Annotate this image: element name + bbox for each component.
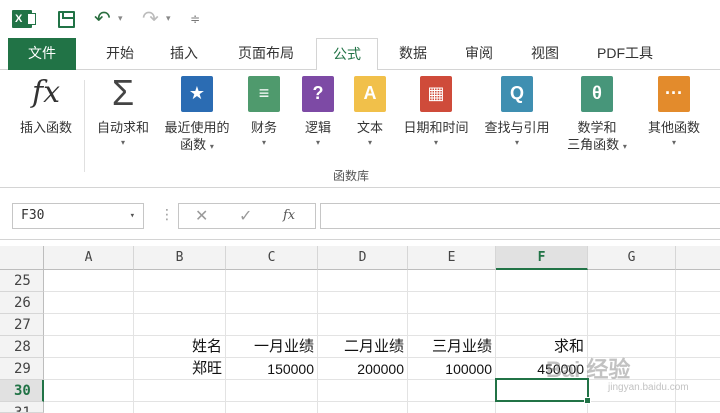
row-header-31[interactable]: 31 [0, 402, 44, 413]
enter-icon[interactable]: ✓ [239, 206, 252, 226]
column-header-next[interactable] [676, 246, 720, 270]
more-functions-button[interactable]: ··· 其他函数 ▾ [638, 76, 710, 149]
tab-pdf-tools[interactable]: PDF工具 [588, 38, 662, 70]
redo-icon[interactable]: ↷ [142, 6, 159, 31]
sigma-icon: Σ [111, 72, 135, 113]
column-header-e[interactable]: E [408, 246, 496, 270]
text-book-icon: A [354, 76, 386, 112]
grid-line [44, 401, 720, 402]
lookup-reference-button[interactable]: Q 查找与引用 ▾ [478, 76, 556, 149]
chevron-down-icon: ▾ [671, 138, 676, 147]
star-book-icon: ★ [181, 76, 213, 112]
ribbon-function-library: fx 插入函数 Σ 自动求和 ▾ ★ 最近使用的 函数 ▾ ≡ 财务 ▾ ? 逻… [0, 70, 720, 188]
chevron-down-icon: ▾ [622, 142, 627, 151]
tab-review[interactable]: 审阅 [456, 38, 502, 70]
row-header-30[interactable]: 30 [0, 380, 44, 402]
baidu-watermark: Bai 经验 jingyan.baidu.com [546, 357, 689, 393]
chevron-down-icon: ▾ [120, 138, 125, 147]
calendar-book-icon: ▦ [420, 76, 452, 112]
math-trig-button[interactable]: θ 数学和 三角函数 ▾ [560, 76, 634, 155]
grid-line [44, 291, 720, 292]
tab-insert[interactable]: 插入 [162, 38, 206, 70]
autosum-button[interactable]: Σ 自动求和 ▾ [90, 72, 156, 149]
row-header-26[interactable]: 26 [0, 292, 44, 314]
chevron-down-icon: ▾ [315, 138, 320, 147]
ribbon-separator [84, 80, 85, 172]
fx-icon: fx [31, 75, 61, 110]
logical-button[interactable]: ? 逻辑 ▾ [294, 76, 342, 149]
tab-formulas[interactable]: 公式 [316, 38, 378, 71]
column-header-b[interactable]: B [134, 246, 226, 270]
chevron-down-icon: ▾ [209, 142, 214, 151]
logical-book-icon: ? [302, 76, 334, 112]
drag-handle-icon[interactable]: ⋮ [160, 206, 174, 223]
recently-used-button[interactable]: ★ 最近使用的 函数 ▾ [158, 76, 236, 155]
function-library-label: 函数库 [333, 169, 370, 183]
chevron-down-icon: ▾ [261, 138, 266, 147]
quick-access-toolbar: X ↶ ▾ ↷ ▾ ≑ [0, 0, 720, 38]
financial-book-icon: ≡ [248, 76, 280, 112]
column-header-a[interactable]: A [44, 246, 134, 270]
chevron-down-icon: ▾ [514, 138, 519, 147]
column-header-f[interactable]: F [496, 246, 588, 270]
cancel-icon[interactable]: ✕ [195, 206, 208, 226]
insert-function-icon[interactable]: fx [283, 208, 295, 223]
customize-toolbar-icon[interactable]: ≑ [190, 12, 200, 26]
undo-icon[interactable]: ↶ [94, 6, 111, 31]
row-header-27[interactable]: 27 [0, 314, 44, 336]
cell-c28[interactable]: 一月业绩 [226, 336, 318, 358]
tab-view[interactable]: 视图 [522, 38, 568, 70]
save-icon[interactable] [58, 11, 75, 28]
chevron-down-icon[interactable]: ▾ [130, 204, 135, 228]
cell-e28[interactable]: 三月业绩 [408, 336, 496, 358]
formula-bar: F30 ▾ ⋮ ✕ ✓ fx [0, 188, 720, 240]
row-header-25[interactable]: 25 [0, 270, 44, 292]
column-header-g[interactable]: G [588, 246, 676, 270]
column-header-c[interactable]: C [226, 246, 318, 270]
name-box[interactable]: F30 ▾ [12, 203, 144, 229]
excel-logo-icon: X [12, 10, 36, 28]
more-book-icon: ··· [658, 76, 690, 112]
financial-button[interactable]: ≡ 财务 ▾ [240, 76, 288, 149]
datetime-button[interactable]: ▦ 日期和时间 ▾ [398, 76, 474, 149]
grid-line [44, 313, 720, 314]
redo-dropdown-icon[interactable]: ▾ [166, 13, 171, 24]
cell-c29[interactable]: 150000 [226, 358, 318, 380]
theta-book-icon: θ [581, 76, 613, 112]
select-all-corner[interactable] [0, 246, 44, 270]
lookup-book-icon: Q [501, 76, 533, 112]
tab-data[interactable]: 数据 [390, 38, 436, 70]
cell-b28[interactable]: 姓名 [134, 336, 226, 358]
undo-dropdown-icon[interactable]: ▾ [118, 13, 123, 24]
row-header-29[interactable]: 29 [0, 358, 44, 380]
text-button[interactable]: A 文本 ▾ [346, 76, 394, 149]
insert-function-button[interactable]: fx 插入函数 [12, 76, 80, 137]
chevron-down-icon: ▾ [433, 138, 438, 147]
cell-e29[interactable]: 100000 [408, 358, 496, 380]
ribbon-tabs: 文件 开始 插入 页面布局 公式 数据 审阅 视图 PDF工具 [0, 38, 720, 71]
tab-file[interactable]: 文件 [8, 38, 76, 70]
formula-buttons: ✕ ✓ fx [178, 203, 316, 229]
column-header-d[interactable]: D [318, 246, 408, 270]
tab-home[interactable]: 开始 [98, 38, 142, 70]
cell-b29[interactable]: 郑旺 [134, 358, 226, 380]
chevron-down-icon: ▾ [367, 138, 372, 147]
cell-d29[interactable]: 200000 [318, 358, 408, 380]
formula-input[interactable] [320, 203, 720, 229]
cell-d28[interactable]: 二月业绩 [318, 336, 408, 358]
row-header-28[interactable]: 28 [0, 336, 44, 358]
tab-page-layout[interactable]: 页面布局 [228, 38, 304, 70]
